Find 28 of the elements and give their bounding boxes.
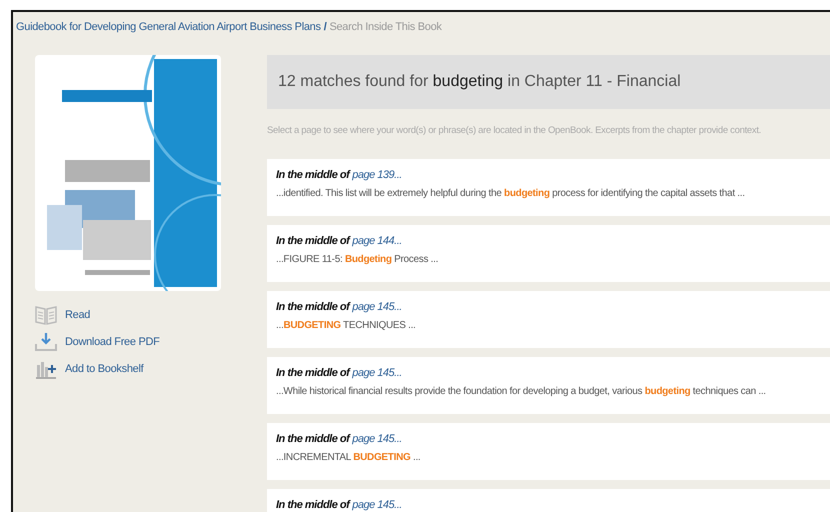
match-prefix: In the middle of bbox=[276, 499, 350, 511]
match-excerpt: ...While historical financial results provide the foundation for developing a budget, various budgeting techniques can ... bbox=[276, 386, 767, 397]
bookshelf-add-icon bbox=[35, 359, 57, 379]
match-prefix: In the middle of bbox=[276, 169, 350, 181]
page-link[interactable]: page 145... bbox=[352, 433, 402, 445]
page-link[interactable]: page 145... bbox=[352, 301, 402, 313]
match-prefix: In the middle of bbox=[276, 301, 350, 313]
book-icon bbox=[35, 305, 57, 325]
sidebar-action-link[interactable]: Read bbox=[35, 305, 221, 325]
match-prefix: In the middle of bbox=[276, 235, 350, 247]
breadcrumb-separator: / bbox=[324, 21, 326, 33]
match-excerpt: ...FIGURE 11-5: Budgeting Process ... bbox=[276, 254, 440, 265]
book-title-link[interactable]: Guidebook for Developing General Aviation Airport Business Plans bbox=[16, 21, 321, 33]
match-prefix: In the middle of bbox=[276, 433, 350, 445]
help-text: Select a page to see where your word(s) or phrase(s) are located in the OpenBook. Excerpts from the chapter provide context. bbox=[267, 125, 762, 136]
download-icon bbox=[35, 332, 57, 352]
results-header: 12 matches found for budgeting in Chapter 11 - Financial bbox=[267, 55, 830, 109]
breadcrumb-current: Search Inside This Book bbox=[329, 21, 442, 33]
page-link[interactable]: page 145... bbox=[352, 499, 402, 511]
page-link[interactable]: page 145... bbox=[352, 367, 402, 379]
match-excerpt: ...BUDGETING TECHNIQUES ... bbox=[276, 320, 417, 331]
sidebar-action-link[interactable]: Add to Bookshelf bbox=[35, 359, 221, 379]
page-link[interactable]: page 144... bbox=[352, 235, 402, 247]
page-link[interactable]: page 139... bbox=[352, 169, 402, 181]
match-excerpt: ...identified. This list will be extremely helpful during the budgeting process for identifying the capital assets that ... bbox=[276, 188, 746, 199]
sidebar-action-link[interactable]: Download Free PDF bbox=[35, 332, 221, 352]
match-prefix: In the middle of bbox=[276, 367, 350, 379]
match-excerpt: ...INCREMENTAL BUDGETING ... bbox=[276, 452, 422, 463]
